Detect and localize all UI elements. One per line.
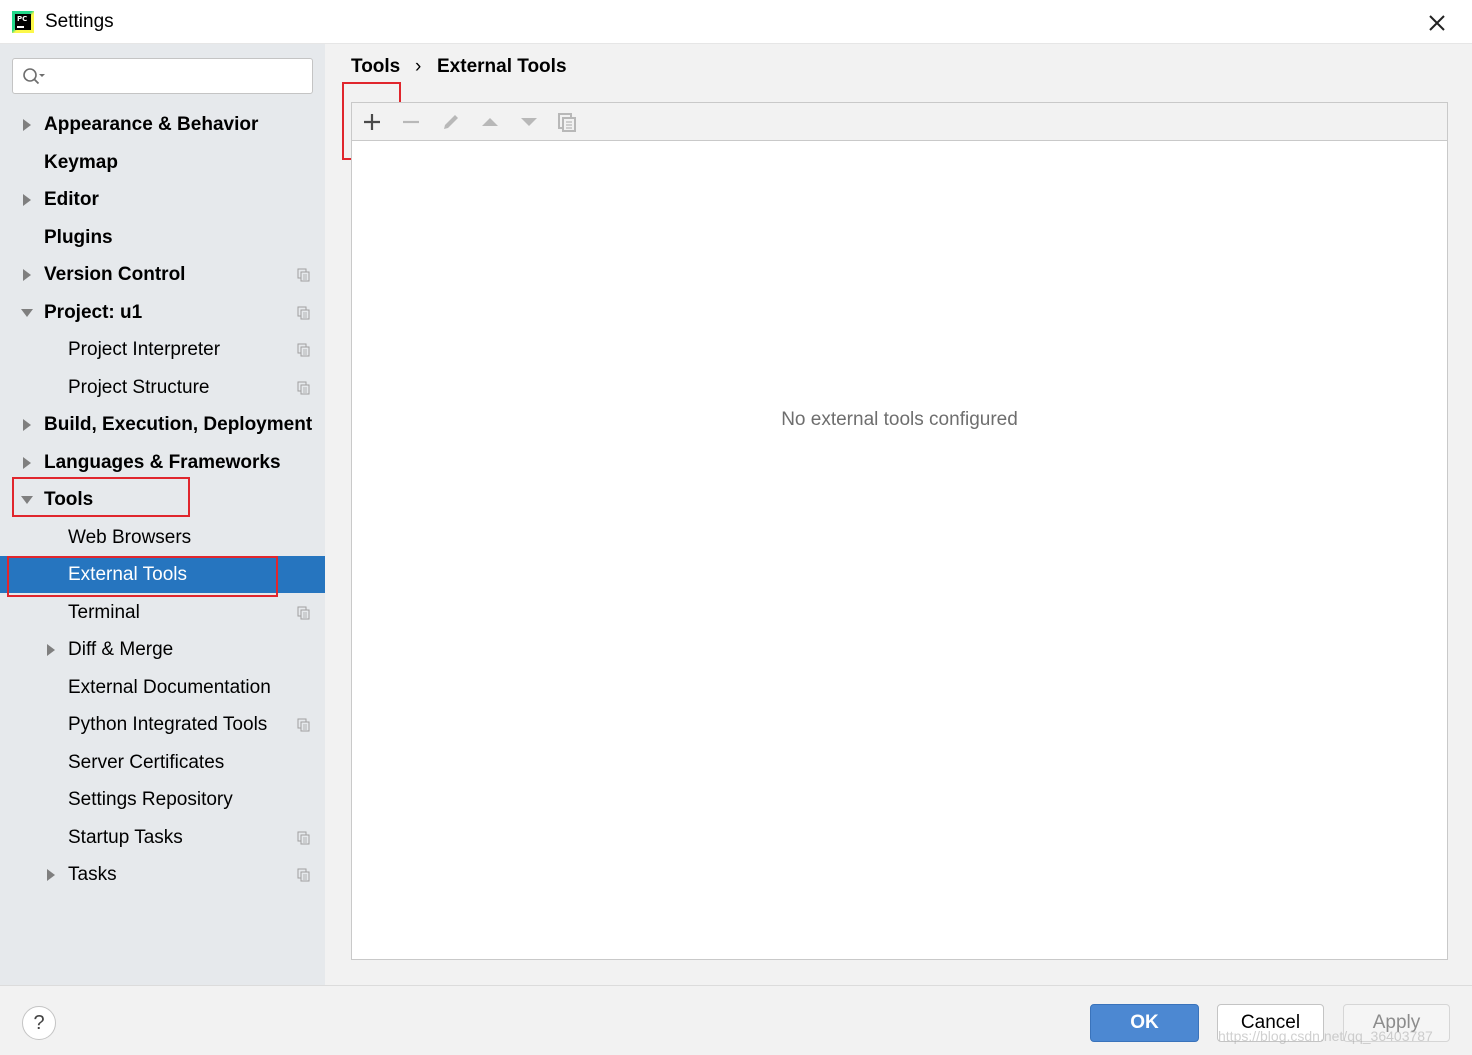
collapsed-arrow-icon[interactable] <box>20 456 34 470</box>
sidebar-item-label: Project: u1 <box>44 301 143 323</box>
move-up-button[interactable] <box>479 111 501 133</box>
sidebar-item-settings-repository[interactable]: Settings Repository <box>0 781 325 818</box>
close-button[interactable] <box>1424 10 1450 36</box>
highlight-box-external-tools <box>7 556 278 597</box>
add-button[interactable] <box>361 111 383 133</box>
title-bar: PC Settings <box>0 0 1472 44</box>
sidebar-item-label: Diff & Merge <box>68 639 174 660</box>
minus-icon <box>403 120 419 124</box>
sidebar-item-label: Languages & Frameworks <box>44 451 281 473</box>
collapsed-arrow-icon[interactable] <box>20 118 34 132</box>
close-icon <box>1429 15 1445 31</box>
window-title: Settings <box>45 11 114 32</box>
help-button[interactable]: ? <box>22 1006 56 1040</box>
pycharm-logo-icon: PC <box>12 11 34 33</box>
sidebar-item-python-integrated-tools[interactable]: Python Integrated Tools <box>0 706 325 743</box>
sidebar-item-plugins[interactable]: Plugins <box>0 219 325 256</box>
sidebar-item-external-documentation[interactable]: External Documentation <box>0 669 325 706</box>
sidebar-item-label: Appearance & Behavior <box>44 114 259 135</box>
ok-button[interactable]: OK <box>1090 1004 1199 1042</box>
sidebar-item-terminal[interactable]: Terminal <box>0 594 325 631</box>
sidebar-item-languages-frameworks[interactable]: Languages & Frameworks <box>0 444 325 481</box>
sidebar-item-label: Editor <box>44 189 99 210</box>
collapsed-arrow-icon[interactable] <box>20 418 34 432</box>
collapsed-arrow-icon[interactable] <box>20 268 34 282</box>
sidebar-item-diff-merge[interactable]: Diff & Merge <box>0 631 325 668</box>
highlight-box-tools <box>12 477 190 517</box>
sidebar-item-label: Tasks <box>68 864 117 885</box>
sidebar-item-server-certificates[interactable]: Server Certificates <box>0 744 325 781</box>
sidebar-item-label: Keymap <box>44 151 118 173</box>
watermark: https://blog.csdn.net/qq_36403787 <box>1218 1028 1433 1044</box>
sidebar-item-keymap[interactable]: Keymap <box>0 144 325 181</box>
breadcrumb-separator: › <box>415 56 422 77</box>
external-tools-panel: No external tools configured <box>351 102 1448 960</box>
sidebar-item-label: Server Certificates <box>68 751 225 773</box>
move-up-icon <box>482 118 498 126</box>
empty-state-text: No external tools configured <box>781 409 1018 430</box>
remove-button[interactable] <box>400 111 422 133</box>
project-level-icon <box>297 268 310 282</box>
dialog-footer: ? OK Cancel Apply https://blog.csdn.net/… <box>0 985 1472 1055</box>
logo-text: PC <box>17 15 28 23</box>
breadcrumb-current: External Tools <box>437 56 567 77</box>
search-input[interactable] <box>12 58 313 94</box>
sidebar-item-label: Project Structure <box>68 376 210 398</box>
sidebar-item-tasks[interactable]: Tasks <box>0 856 325 893</box>
sidebar-item-appearance-behavior[interactable]: Appearance & Behavior <box>0 106 325 143</box>
move-down-icon <box>521 118 537 126</box>
collapsed-arrow-icon[interactable] <box>44 868 58 882</box>
project-level-icon <box>297 343 310 357</box>
sidebar-item-version-control[interactable]: Version Control <box>0 256 325 293</box>
project-level-icon <box>297 381 310 394</box>
sidebar-item-label: Web Browsers <box>68 526 192 548</box>
project-level-icon <box>297 306 310 319</box>
plus-icon <box>364 114 380 130</box>
edit-button[interactable] <box>440 111 462 133</box>
sidebar-item-project-structure[interactable]: Project Structure <box>0 369 325 406</box>
sidebar-item-label: Build, Execution, Deployment <box>44 414 313 435</box>
sidebar-item-label: Startup Tasks <box>68 826 183 848</box>
sidebar-item-editor[interactable]: Editor <box>0 181 325 218</box>
breadcrumb-parent[interactable]: Tools <box>351 56 400 78</box>
tools-toolbar <box>352 103 1447 141</box>
sidebar-item-label: Settings Repository <box>68 789 233 810</box>
sidebar-item-web-browsers[interactable]: Web Browsers <box>0 519 325 556</box>
project-level-icon <box>297 606 310 619</box>
sidebar-item-project-interpreter[interactable]: Project Interpreter <box>0 331 325 368</box>
sidebar-item-label: Plugins <box>44 226 113 248</box>
copy-button[interactable] <box>556 111 578 133</box>
sidebar-item-startup-tasks[interactable]: Startup Tasks <box>0 819 325 856</box>
expanded-arrow-icon[interactable] <box>20 306 34 320</box>
pencil-icon <box>444 115 458 129</box>
project-level-icon <box>297 718 310 732</box>
sidebar-item-label: External Documentation <box>68 676 271 698</box>
project-level-icon <box>297 868 310 882</box>
sidebar-item-label: Project Interpreter <box>68 339 221 360</box>
sidebar-item-label: Version Control <box>44 264 186 285</box>
copy-icon <box>558 113 576 132</box>
search-icon[interactable] <box>21 66 47 86</box>
sidebar-item-project-u1[interactable]: Project: u1 <box>0 294 325 331</box>
sidebar-item-label: Terminal <box>68 601 140 623</box>
sidebar-item-label: Python Integrated Tools <box>68 714 268 735</box>
sidebar-item-build-execution-deployment[interactable]: Build, Execution, Deployment <box>0 406 325 443</box>
collapsed-arrow-icon[interactable] <box>44 643 58 657</box>
move-down-button[interactable] <box>518 111 540 133</box>
project-level-icon <box>297 831 310 844</box>
collapsed-arrow-icon[interactable] <box>20 193 34 207</box>
